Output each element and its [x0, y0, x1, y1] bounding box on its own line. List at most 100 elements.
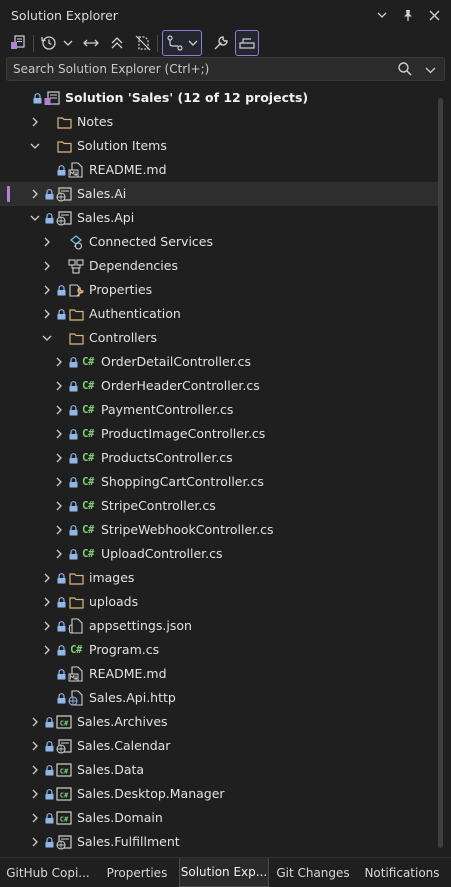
- folder-icon: [68, 306, 84, 322]
- chevron-right-icon[interactable]: [29, 716, 41, 728]
- search-icon[interactable]: [398, 62, 412, 79]
- chevron-right-icon[interactable]: [53, 452, 65, 464]
- chevron-right-icon[interactable]: [41, 236, 53, 248]
- chevron-right-icon[interactable]: [41, 620, 53, 632]
- history-icon[interactable]: [39, 30, 59, 56]
- csharp-glyph: C#: [82, 548, 94, 560]
- tree-item-orderdetailcontroller-cs[interactable]: C# OrderDetailController.cs: [0, 350, 440, 374]
- tree-item-sales-api[interactable]: Sales.Api: [0, 206, 440, 230]
- chevron-right-icon[interactable]: [53, 356, 65, 368]
- tree-item-sales-desktop-manager[interactable]: C# Sales.Desktop.Manager: [0, 782, 440, 806]
- chevron-down-icon[interactable]: [41, 332, 53, 344]
- show-all-files-icon[interactable]: [133, 30, 153, 56]
- tree-item-stripecontroller-cs[interactable]: C# StripeController.cs: [0, 494, 440, 518]
- tree-item-sales-data[interactable]: C# Sales.Data: [0, 758, 440, 782]
- tree-item-label: images: [89, 570, 135, 585]
- lock-icon: [69, 357, 78, 368]
- close-icon[interactable]: [427, 7, 441, 23]
- folder-icon: [56, 114, 72, 130]
- csharp-project-icon: C#: [56, 714, 72, 730]
- tree-item-paymentcontroller-cs[interactable]: C# PaymentController.cs: [0, 398, 440, 422]
- sync-with-active-document-icon[interactable]: [81, 30, 101, 56]
- chevron-right-icon[interactable]: [41, 260, 53, 272]
- tree-item-images[interactable]: images: [0, 566, 440, 590]
- chevron-right-icon[interactable]: [29, 188, 41, 200]
- chevron-right-icon[interactable]: [29, 740, 41, 752]
- chevron-right-icon[interactable]: [41, 284, 53, 296]
- tree-item-solution-items[interactable]: Solution Items: [0, 134, 440, 158]
- tree-item-label: Properties: [89, 282, 153, 297]
- collapse-all-icon[interactable]: [107, 30, 127, 56]
- tree-item-appsettings-json[interactable]: appsettings.json: [0, 614, 440, 638]
- tree-item-label: ProductsController.cs: [101, 450, 233, 465]
- tree-item-uploads[interactable]: uploads: [0, 590, 440, 614]
- chevron-right-icon[interactable]: [53, 404, 65, 416]
- tree-item-connected-services[interactable]: Connected Services: [0, 230, 440, 254]
- vertical-scrollbar[interactable]: [438, 98, 443, 848]
- tab-notifications[interactable]: Notifications: [356, 858, 448, 887]
- chevron-right-icon[interactable]: [53, 500, 65, 512]
- folder-icon: [68, 594, 84, 610]
- tree-item-authentication[interactable]: Authentication: [0, 302, 440, 326]
- chevron-right-icon[interactable]: [53, 548, 65, 560]
- tree-item-controllers[interactable]: Controllers: [0, 326, 440, 350]
- search-input[interactable]: Search Solution Explorer (Ctrl+;): [13, 62, 209, 76]
- chevron-down-icon[interactable]: [29, 140, 41, 152]
- chevron-right-icon[interactable]: [41, 308, 53, 320]
- pin-icon[interactable]: [401, 7, 415, 23]
- tree-item-label: Sales.Ai: [77, 186, 127, 201]
- tree-item-readme-md[interactable]: README.md: [0, 662, 440, 686]
- chevron-right-icon[interactable]: [53, 380, 65, 392]
- chevron-right-icon[interactable]: [53, 476, 65, 488]
- tree-item-sales-archives[interactable]: C# Sales.Archives: [0, 710, 440, 734]
- tree-item-sales-ai[interactable]: Sales.Ai: [0, 182, 440, 206]
- lock-icon: [57, 597, 66, 608]
- tree-item-label: Sales.Desktop.Manager: [77, 786, 225, 801]
- tree-item-sales-domain[interactable]: C# Sales.Domain: [0, 806, 440, 830]
- tree-item-program-cs[interactable]: C# Program.cs: [0, 638, 440, 662]
- tree-item-solution-sales-12-of-12-projects[interactable]: Solution 'Sales' (12 of 12 projects): [0, 86, 440, 110]
- switch-views-icon[interactable]: [8, 30, 28, 56]
- tab-properties[interactable]: Properties: [96, 858, 178, 887]
- chevron-right-icon[interactable]: [41, 596, 53, 608]
- search-options-chevron-icon[interactable]: [425, 63, 436, 77]
- tree-item-stripewebhookcontroller-cs[interactable]: C# StripeWebhookController.cs: [0, 518, 440, 542]
- chevron-down-icon[interactable]: [61, 30, 75, 56]
- chevron-right-icon[interactable]: [41, 644, 53, 656]
- chevron-right-icon[interactable]: [29, 812, 41, 824]
- tree-item-sales-calendar[interactable]: Sales.Calendar: [0, 734, 440, 758]
- chevron-down-icon[interactable]: [29, 212, 41, 224]
- lock-icon: [45, 717, 54, 728]
- chevron-right-icon[interactable]: [41, 572, 53, 584]
- preview-selected-items-button[interactable]: [235, 30, 259, 56]
- selection-marker: [7, 186, 10, 202]
- chevron-right-icon[interactable]: [53, 428, 65, 440]
- tree-item-dependencies[interactable]: Dependencies: [0, 254, 440, 278]
- tree-item-sales-fulfillment[interactable]: Sales.Fulfillment: [0, 830, 440, 854]
- tree-item-orderheadercontroller-cs[interactable]: C# OrderHeaderController.cs: [0, 374, 440, 398]
- tree-item-uploadcontroller-cs[interactable]: C# UploadController.cs: [0, 542, 440, 566]
- tree-item-label: uploads: [89, 594, 139, 609]
- chevron-right-icon[interactable]: [29, 836, 41, 848]
- tree-item-readme-md[interactable]: README.md: [0, 158, 440, 182]
- title-bar: Solution Explorer: [0, 0, 451, 30]
- tree-item-productscontroller-cs[interactable]: C# ProductsController.cs: [0, 446, 440, 470]
- tree-item-properties[interactable]: Properties: [0, 278, 440, 302]
- tree-item-shoppingcartcontroller-cs[interactable]: C# ShoppingCartController.cs: [0, 470, 440, 494]
- tab-solution-explorer[interactable]: Solution Exp...: [179, 858, 269, 887]
- chevron-right-icon[interactable]: [53, 524, 65, 536]
- pending-changes-filter-button[interactable]: [162, 30, 202, 56]
- tree-item-sales-api-http[interactable]: Sales.Api.http: [0, 686, 440, 710]
- csharp-glyph: C#: [82, 404, 94, 416]
- chevron-down-icon[interactable]: [375, 7, 389, 23]
- properties-wrench-icon[interactable]: [211, 30, 231, 56]
- tree-item-notes[interactable]: Notes: [0, 110, 440, 134]
- search-box[interactable]: Search Solution Explorer (Ctrl+;): [6, 57, 445, 81]
- chevron-right-icon[interactable]: [29, 764, 41, 776]
- tree-item-label: Sales.Domain: [77, 810, 163, 825]
- tree-item-productimagecontroller-cs[interactable]: C# ProductImageController.cs: [0, 422, 440, 446]
- chevron-right-icon[interactable]: [29, 788, 41, 800]
- chevron-right-icon[interactable]: [29, 116, 41, 128]
- tab-github-copilot[interactable]: GitHub Copi...: [0, 858, 96, 887]
- tab-git-changes[interactable]: Git Changes: [270, 858, 356, 887]
